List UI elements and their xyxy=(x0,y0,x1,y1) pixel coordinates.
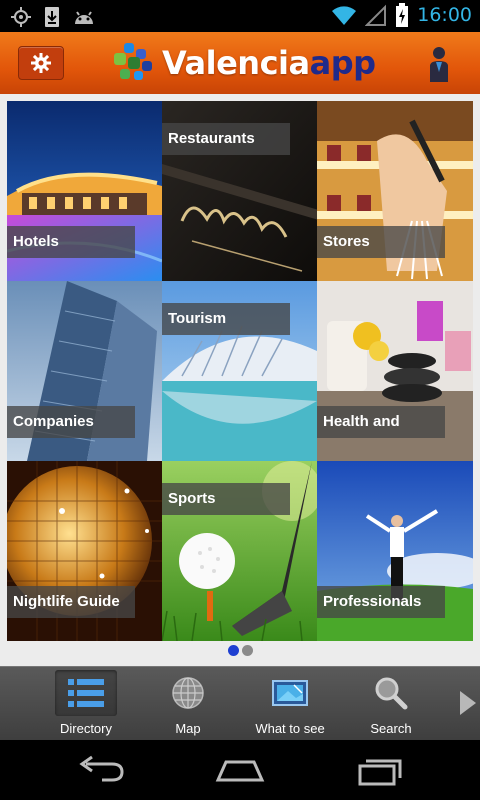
status-bar: 16:00 xyxy=(0,0,480,32)
category-tile-nightlife[interactable]: Nightlife Guide xyxy=(7,461,162,641)
system-navigation-bar xyxy=(0,740,480,800)
nav-label: What to see xyxy=(255,721,325,736)
nav-search[interactable]: Search xyxy=(341,667,441,741)
logo-text-app: app xyxy=(309,44,376,82)
tile-label: Tourism xyxy=(162,303,290,335)
category-panel: Hotels Restaurants Stores Companies Tour… xyxy=(0,94,480,666)
nav-directory[interactable]: Directory xyxy=(36,667,136,741)
nav-label: Map xyxy=(175,721,201,736)
page-dot[interactable] xyxy=(241,645,253,656)
list-icon xyxy=(68,679,104,707)
tile-label: Stores xyxy=(317,226,445,258)
settings-button[interactable] xyxy=(18,46,64,80)
wifi-icon xyxy=(332,6,357,25)
home-icon xyxy=(215,760,265,782)
app-logo: Valenciaapp xyxy=(110,38,376,88)
home-button[interactable] xyxy=(212,754,268,786)
search-icon xyxy=(375,677,408,710)
tile-label: Restaurants xyxy=(162,123,290,155)
category-tile-restaurants[interactable]: Restaurants xyxy=(162,101,317,281)
picture-icon xyxy=(272,680,308,706)
category-tile-tourism[interactable]: Tourism xyxy=(162,281,317,461)
back-button[interactable] xyxy=(72,754,128,786)
category-tile-hotels[interactable]: Hotels xyxy=(7,101,162,281)
profile-button[interactable] xyxy=(424,44,454,84)
recent-apps-icon xyxy=(358,759,402,786)
download-icon xyxy=(45,7,59,27)
user-icon xyxy=(430,47,448,82)
tile-label: Nightlife Guide xyxy=(7,586,135,618)
nav-next-button[interactable] xyxy=(456,683,480,723)
logo-text-valencia: Valencia xyxy=(162,44,310,82)
category-tile-stores[interactable]: Stores xyxy=(317,101,473,281)
nav-what-to-see[interactable]: What to see xyxy=(240,667,340,741)
tile-label: Sports xyxy=(162,483,290,515)
category-tile-companies[interactable]: Companies xyxy=(7,281,162,461)
globe-icon xyxy=(172,677,204,709)
back-icon xyxy=(79,755,124,782)
tile-label: Health and xyxy=(317,406,445,438)
tile-label: Professionals xyxy=(317,586,445,618)
logo-mark-icon xyxy=(114,43,152,80)
tile-label: Companies xyxy=(7,406,135,438)
android-icon xyxy=(75,11,93,24)
category-grid: Hotels Restaurants Stores Companies Tour… xyxy=(7,101,473,641)
chevron-right-icon xyxy=(460,691,476,715)
recent-apps-button[interactable] xyxy=(354,754,410,786)
clock: 16:00 xyxy=(417,4,472,26)
app-header: Valenciaapp xyxy=(0,32,480,94)
category-tile-health[interactable]: Health and xyxy=(317,281,473,461)
page-dot-active[interactable] xyxy=(227,645,239,656)
nav-label: Directory xyxy=(59,721,112,736)
gear-icon xyxy=(31,53,51,73)
category-tile-professionals[interactable]: Professionals xyxy=(317,461,473,641)
nav-map[interactable]: Map xyxy=(138,667,238,741)
tile-label: Hotels xyxy=(7,226,135,258)
bottom-navigation: Directory Map What to see Search xyxy=(0,666,480,741)
gps-icon xyxy=(11,7,31,27)
category-tile-sports[interactable]: Sports xyxy=(162,461,317,641)
page-indicator xyxy=(0,645,480,659)
nav-label: Search xyxy=(370,721,412,736)
battery-icon xyxy=(396,3,409,27)
signal-icon xyxy=(365,4,387,26)
